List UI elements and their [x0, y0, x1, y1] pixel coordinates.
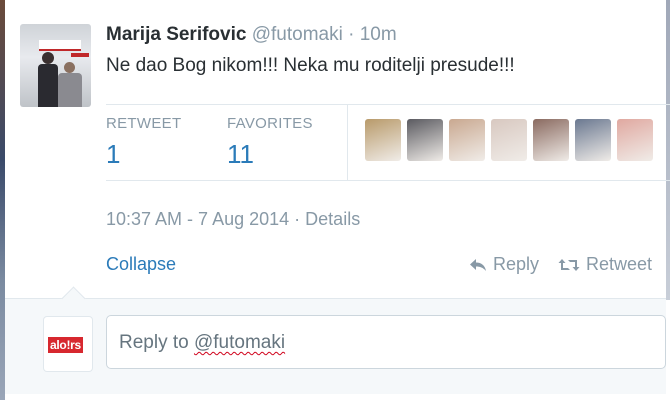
- reply-composer: alo!rs Reply to @futomaki: [5, 286, 666, 394]
- retweet-icon: [558, 258, 580, 271]
- retweet-label: Retweet: [586, 254, 653, 274]
- background-edge-right: [666, 0, 670, 300]
- tweet-timestamp: 10:37 AM - 7 Aug 2014 · Details: [106, 209, 360, 230]
- current-user-avatar[interactable]: alo!rs: [44, 317, 92, 371]
- author-avatar[interactable]: [20, 24, 91, 107]
- stats-separator: [347, 104, 348, 180]
- tweet-header: Marija Serifovic @futomaki · 10m: [106, 24, 397, 46]
- collapse-link[interactable]: Collapse: [106, 254, 176, 275]
- favoriter-avatar[interactable]: [449, 119, 485, 161]
- favoriter-avatar[interactable]: [533, 119, 569, 161]
- favorites-count-label[interactable]: FAVORITES: [227, 115, 313, 132]
- author-handle[interactable]: @futomaki: [252, 24, 343, 45]
- reply-mention: @futomaki: [193, 332, 286, 353]
- reply-button[interactable]: Reply: [469, 254, 539, 275]
- favoriters-avatars: [365, 119, 653, 161]
- composer-notch: [61, 286, 86, 311]
- stats-top-divider: [106, 104, 670, 105]
- retweet-count-label[interactable]: RETWEET: [106, 115, 181, 132]
- author-name[interactable]: Marija Serifovic: [106, 24, 246, 45]
- favoriter-avatar[interactable]: [407, 119, 443, 161]
- header-separator: ·: [348, 24, 355, 45]
- details-link[interactable]: Details: [305, 209, 360, 229]
- reply-label: Reply: [493, 254, 540, 274]
- retweet-button[interactable]: Retweet: [558, 254, 652, 275]
- reply-icon: [470, 258, 486, 271]
- stats-bottom-divider: [106, 180, 670, 181]
- reply-input[interactable]: Reply to @futomaki: [106, 315, 666, 369]
- tweet-time-ago[interactable]: 10m: [360, 24, 397, 45]
- favorites-count[interactable]: 11: [227, 139, 254, 170]
- timestamp-text: 10:37 AM - 7 Aug 2014: [106, 209, 290, 229]
- favoriter-avatar[interactable]: [491, 119, 527, 161]
- retweet-count[interactable]: 1: [106, 139, 120, 170]
- reply-placeholder: Reply to @futomaki: [119, 332, 285, 354]
- reply-prefix: Reply to: [119, 332, 194, 353]
- alo-rs-logo: alo!rs: [48, 337, 83, 353]
- favoriter-avatar[interactable]: [617, 119, 653, 161]
- favoriter-avatar[interactable]: [365, 119, 401, 161]
- favoriter-avatar[interactable]: [575, 119, 611, 161]
- tweet-text: Ne dao Bog nikom!!! Neka mu roditelji pr…: [106, 55, 515, 76]
- timestamp-separator: ·: [294, 209, 301, 229]
